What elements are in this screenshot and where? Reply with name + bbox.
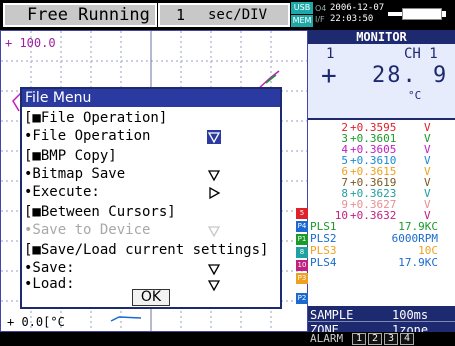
execute-arrow-icon[interactable]: [207, 186, 221, 200]
mem-badge: MEM: [291, 15, 313, 27]
monitor-readout[interactable]: 1 CH 1 + 28. 9 °C: [308, 44, 455, 120]
bottom-strip: [0, 332, 308, 346]
channel-tab[interactable]: P1: [296, 234, 308, 245]
sample-label: SAMPLE: [310, 308, 354, 322]
timebase-unit: sec/DIV: [208, 7, 268, 23]
bitmap-save-item[interactable]: •Bitmap Save: [24, 165, 125, 183]
between-cursors-header: [■Between Cursors]: [24, 204, 176, 220]
load-item[interactable]: •Load:: [24, 275, 75, 293]
logger-screen: Free Running 1 sec/DIV USB MEM O4 I/F 20…: [0, 0, 455, 346]
interface-bottom: I/F: [315, 15, 325, 24]
alarm-box: 1: [352, 333, 366, 345]
bmp-copy-header: [■BMP Copy]: [24, 148, 117, 164]
bitmap-save-dropdown-icon[interactable]: [207, 168, 221, 182]
channel-tab[interactable]: 8: [296, 247, 308, 258]
monitor-ch-label: CH 1: [404, 46, 438, 62]
monitor-panel: MONITOR 1 CH 1 + 28. 9 °C 2 +0.3595 V 3 +0.…: [308, 30, 455, 346]
monitor-value: 28. 9: [372, 63, 449, 88]
ok-button[interactable]: OK: [132, 289, 170, 306]
interface-top: O4: [315, 4, 327, 13]
monitor-ch-index: 1: [326, 46, 335, 62]
monitor-unit: °C: [408, 89, 422, 102]
date-text: 2006-12-07: [330, 3, 385, 13]
save-load-settings-header: [■Save/Load current settings]: [24, 242, 269, 258]
datetime: 2006-12-07 22:03:50: [330, 3, 384, 25]
sample-value: 100ms: [392, 308, 429, 322]
graph-top-scale: + 100.0: [5, 36, 56, 50]
trace-ch1: [110, 316, 142, 322]
file-menu-dialog: File Menu [■File Operation] •File Operat…: [20, 87, 282, 309]
file-operation-item[interactable]: •File Operation: [24, 127, 150, 145]
load-dropdown-icon[interactable]: [207, 278, 221, 292]
file-operation-header: [■File Operation]: [24, 110, 168, 126]
usb-badge: USB: [291, 2, 313, 14]
execute-item[interactable]: •Execute:: [24, 183, 100, 201]
alarm-box: 2: [368, 333, 382, 345]
channel-tab[interactable]: 10: [296, 260, 308, 271]
alarm-bar: ALARM 1 2 3 4: [308, 332, 455, 346]
top-status-bar: Free Running 1 sec/DIV USB MEM O4 I/F 20…: [0, 0, 455, 30]
monitor-sign: +: [321, 61, 337, 91]
alarm-box: 4: [400, 333, 414, 345]
channel-tab[interactable]: P2: [296, 293, 308, 304]
save-to-device-dropdown-icon: [207, 226, 221, 238]
graph-bottom-scale: + 0.0[°C: [7, 315, 65, 329]
channel-tab[interactable]: 5: [296, 208, 308, 219]
alarm-label: ALARM: [310, 332, 344, 345]
time-text: 22:03:50: [330, 14, 374, 24]
alarm-box: 3: [384, 333, 398, 345]
file-operation-dropdown-icon[interactable]: [207, 130, 221, 144]
channel-list: 2 +0.3595 V 3 +0.3601 V 4 +0.3605 V 5 +0.3610 V …: [308, 122, 455, 269]
pulse-row[interactable]: PLS4 17.9KC: [308, 257, 455, 269]
interface-indicator: O4 I/F: [315, 3, 326, 25]
timebase-value: 1: [176, 6, 186, 24]
battery-icon: [388, 8, 446, 20]
save-to-device-item[interactable]: •Save to Device: [24, 221, 150, 239]
channel-tab[interactable]: P4: [296, 221, 308, 232]
channel-tab[interactable]: P3: [296, 273, 308, 284]
timebase-indicator[interactable]: 1 sec/DIV: [158, 3, 290, 27]
run-mode-indicator[interactable]: Free Running: [3, 3, 157, 27]
monitor-title: MONITOR: [308, 30, 455, 44]
save-dropdown-icon[interactable]: [207, 262, 221, 276]
file-menu-title: File Menu: [22, 89, 280, 107]
